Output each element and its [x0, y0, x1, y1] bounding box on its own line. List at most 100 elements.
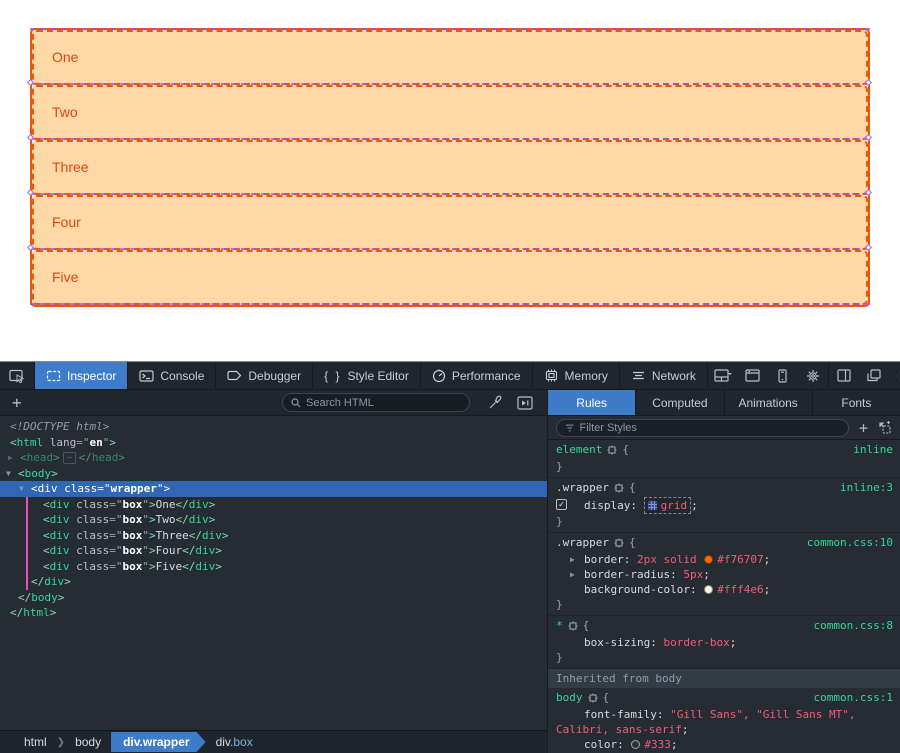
markup-token: div — [50, 513, 70, 526]
markup-token: div — [195, 544, 215, 557]
tab-memory[interactable]: Memory — [533, 362, 620, 389]
rule-highlighter-icon[interactable] — [588, 692, 598, 707]
markup-token: div — [44, 575, 64, 588]
markup-line[interactable]: </html> — [0, 605, 547, 621]
search-html-box — [282, 393, 470, 412]
tab-debugger[interactable]: Debugger — [216, 362, 313, 389]
markup-line[interactable]: <div class="box">Five</div> — [0, 559, 547, 575]
markup-token: <!DOCTYPE html> — [10, 420, 109, 433]
add-node-button[interactable]: + — [6, 393, 28, 412]
markup-line[interactable]: </div> — [0, 574, 547, 590]
markup-token: < — [31, 482, 38, 495]
markup-token: < — [20, 451, 27, 464]
markup-token: Three — [156, 529, 189, 542]
markup-token: div — [50, 544, 70, 557]
dock-side-button[interactable] — [708, 362, 738, 389]
markup-line[interactable]: <div class="box">Two</div> — [0, 512, 547, 528]
markup-token: " — [142, 498, 149, 511]
sidebar-toggle-button[interactable] — [829, 362, 859, 389]
rule-source-link[interactable]: common.css:1 — [814, 690, 893, 705]
color-swatch[interactable] — [704, 585, 713, 594]
rule-highlighter-icon[interactable] — [607, 444, 617, 459]
markup-token: > — [149, 529, 156, 542]
css-declaration: color: #333; — [548, 737, 900, 752]
expand-shorthand-icon[interactable]: ▶ — [570, 567, 575, 582]
rule-highlighter-icon[interactable] — [614, 537, 624, 552]
rule-source-link[interactable]: common.css:10 — [807, 535, 893, 550]
close-devtools-button[interactable] — [889, 362, 900, 389]
rule-source-link[interactable]: inline — [853, 442, 893, 457]
color-swatch[interactable] — [704, 555, 713, 564]
markup-line[interactable]: <div class="box">Three</div> — [0, 528, 547, 544]
tab-inspector[interactable]: Inspector — [35, 362, 128, 389]
markup-token: head — [92, 451, 119, 464]
tab-network[interactable]: Network — [620, 362, 708, 389]
expand-shorthand-icon[interactable]: ▶ — [570, 552, 575, 567]
markup-token: class — [70, 498, 110, 511]
collapse-arrow-icon[interactable]: ▼ — [19, 481, 24, 497]
pick-element-button[interactable] — [0, 362, 35, 389]
rule-highlighter-icon[interactable] — [614, 482, 624, 497]
tab-performance[interactable]: Performance — [421, 362, 533, 389]
separate-window-button[interactable] — [859, 362, 889, 389]
markup-token: =" — [76, 436, 89, 449]
markup-token: > — [215, 544, 222, 557]
markup-token: > — [163, 482, 170, 495]
tab-style-editor[interactable]: { }Style Editor — [313, 362, 421, 389]
declaration-checkbox[interactable]: ✓ — [556, 499, 567, 510]
markup-line[interactable]: <!DOCTYPE html> — [0, 419, 547, 435]
markup-line[interactable]: ▶<head>⋯</head> — [0, 450, 547, 466]
add-rule-button[interactable]: + — [859, 419, 868, 437]
markup-line[interactable]: <div class="box">Four</div> — [0, 543, 547, 559]
breadcrumb-item-div.wrapper[interactable]: div.wrapper — [111, 732, 205, 752]
markup-line-selected[interactable]: ▼<div class="wrapper"> — [0, 481, 547, 497]
markup-line[interactable]: ▼<body> — [0, 466, 547, 482]
markup-token: </ — [10, 606, 23, 619]
tab-console[interactable]: Console — [128, 362, 216, 389]
markup-token: box — [123, 560, 143, 573]
search-html-input[interactable] — [306, 397, 446, 409]
markup-token: =" — [109, 560, 122, 573]
markup-line[interactable]: </body> — [0, 590, 547, 606]
sidebar-tab-animations[interactable]: Animations — [725, 390, 813, 415]
split-console-button[interactable] — [738, 362, 768, 389]
rule-selector: * — [556, 619, 563, 632]
expand-arrow-icon[interactable]: ▶ — [8, 450, 13, 466]
markup-token: class — [70, 560, 110, 573]
collapse-arrow-icon[interactable]: ▼ — [6, 466, 11, 482]
rendered-page: OneTwoThreeFourFive — [0, 0, 900, 361]
grid-highlighter-icon[interactable] — [648, 501, 657, 510]
rules-panel: element{inline}.wrapper{inline:3✓display… — [548, 440, 900, 753]
markup-token: < — [43, 544, 50, 557]
responsive-mode-button[interactable] — [768, 362, 798, 389]
settings-button[interactable] — [798, 362, 828, 389]
breadcrumb-item-html[interactable]: html — [14, 735, 57, 749]
markup-token: Five — [156, 560, 183, 573]
breadcrumb-item-body[interactable]: body — [65, 735, 111, 749]
filter-styles-input[interactable] — [579, 422, 840, 434]
pseudo-class-panel-icon[interactable] — [878, 421, 892, 434]
breadcrumb-item-div.box[interactable]: div.box — [206, 735, 263, 749]
markup-token: > — [58, 591, 65, 604]
rule-highlighter-icon[interactable] — [568, 620, 578, 635]
markup-line[interactable]: <html lang="en"> — [0, 435, 547, 451]
markup-token: div — [195, 560, 215, 573]
eyedropper-icon[interactable] — [488, 395, 503, 410]
color-swatch[interactable] — [631, 740, 640, 749]
markup-token: lang — [43, 436, 76, 449]
rule-source-link[interactable]: common.css:8 — [814, 618, 893, 633]
markup-line[interactable]: <div class="box">One</div> — [0, 497, 547, 513]
rule-source-link[interactable]: inline:3 — [840, 480, 893, 495]
grid-value-chip[interactable]: grid — [644, 497, 692, 514]
page-box: Five — [32, 250, 868, 305]
sidebar-tab-fonts[interactable]: Fonts — [813, 390, 900, 415]
paused-rules-icon[interactable] — [517, 396, 533, 410]
css-declaration: background-color: #fff4e6; — [548, 582, 900, 597]
markup-token: < — [43, 529, 50, 542]
sidebar-tab-computed[interactable]: Computed — [636, 390, 724, 415]
sidebar-tab-rules[interactable]: Rules — [548, 390, 636, 415]
breadcrumb: html❯bodydiv.wrapperdiv.box — [0, 730, 547, 753]
rule-selector: element — [556, 443, 602, 456]
markup-token: div — [189, 498, 209, 511]
performance-icon — [432, 369, 446, 383]
